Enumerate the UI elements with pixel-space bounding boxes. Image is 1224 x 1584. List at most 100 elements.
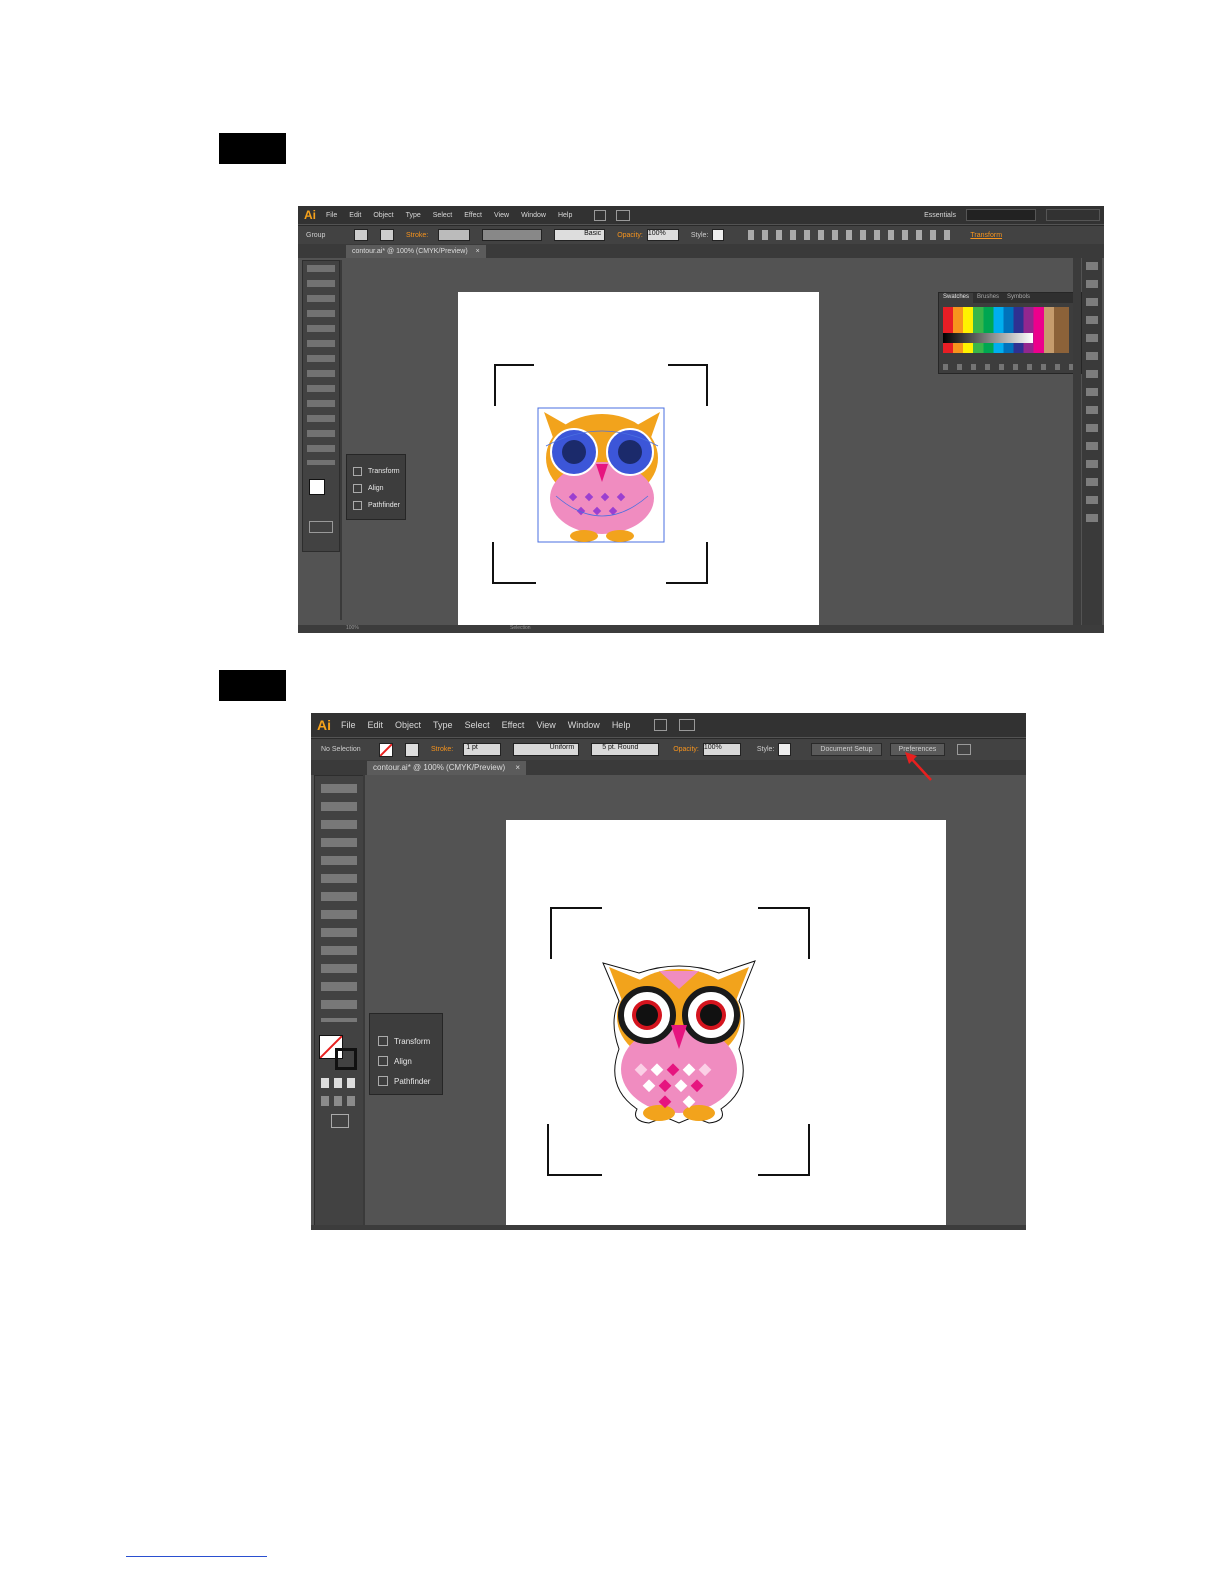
tab-swatches[interactable]: Swatches: [939, 293, 974, 303]
stroke-swatch[interactable]: [405, 742, 419, 757]
pathfinder-icon: [353, 501, 362, 510]
owl-foot-left: [643, 1105, 675, 1121]
panel-pathfinder[interactable]: Pathfinder: [378, 1076, 430, 1086]
fill-stroke-icon[interactable]: [309, 479, 325, 495]
menu-help[interactable]: Help: [612, 720, 631, 730]
transform-icon: [378, 1036, 388, 1046]
menu-file[interactable]: File: [326, 212, 337, 219]
panel-transform[interactable]: Transform: [353, 467, 400, 476]
tab-brushes[interactable]: Brushes: [973, 293, 1003, 303]
tool-grid[interactable]: [321, 784, 357, 1022]
menu-type[interactable]: Type: [433, 720, 453, 730]
bridge-icon[interactable]: [594, 209, 607, 221]
document-tab[interactable]: contour.ai* @ 100% (CMYK/Preview) ×: [346, 245, 486, 258]
selection-label: No Selection: [321, 746, 361, 753]
panel-transform[interactable]: Transform: [378, 1036, 430, 1046]
align-icon: [353, 484, 362, 493]
stroke-weight-field[interactable]: [438, 229, 471, 241]
owl-artwork[interactable]: [599, 957, 759, 1127]
dock-icons[interactable]: [1086, 262, 1098, 532]
style-swatch[interactable]: [778, 743, 792, 756]
transform-link[interactable]: Transform: [970, 232, 1002, 239]
tools-panel: [302, 260, 340, 552]
menu-effect[interactable]: Effect: [502, 720, 525, 730]
style-swatch[interactable]: [712, 229, 725, 241]
collapsed-panel-group: Transform Align Pathfinder: [369, 1013, 443, 1095]
panel-menu-icon[interactable]: [957, 744, 972, 755]
brush-definition-field[interactable]: 5 pt. Round: [591, 743, 660, 756]
document-tab-title: contour.ai* @ 100% (CMYK/Preview): [373, 763, 506, 772]
workspace-switcher[interactable]: Essentials: [924, 212, 956, 219]
draw-mode-icon[interactable]: [309, 521, 333, 533]
zoom-field[interactable]: 100%: [346, 625, 359, 631]
menu-bar: Ai File Edit Object Type Select Effect V…: [298, 206, 1104, 224]
document-tab-title: contour.ai* @ 100% (CMYK/Preview): [352, 248, 468, 255]
variable-width-field[interactable]: [482, 229, 543, 241]
stroke-label[interactable]: Stroke:: [431, 746, 453, 753]
window-controls[interactable]: [1046, 209, 1100, 221]
menu-help[interactable]: Help: [558, 212, 572, 219]
menu-object[interactable]: Object: [373, 212, 393, 219]
menu-view[interactable]: View: [494, 212, 509, 219]
document-setup-button[interactable]: Document Setup: [811, 743, 882, 756]
close-icon[interactable]: ×: [476, 248, 480, 255]
opacity-label[interactable]: Opacity:: [617, 232, 643, 239]
menu-bar: Ai File Edit Object Type Select Effect V…: [311, 713, 1026, 737]
screenshot-2: Ai File Edit Object Type Select Effect V…: [311, 713, 1026, 1230]
menu-view[interactable]: View: [536, 720, 555, 730]
draw-mode-icons[interactable]: [321, 1096, 357, 1106]
menu-select[interactable]: Select: [433, 212, 452, 219]
tool-grid[interactable]: [307, 265, 335, 465]
arrange-documents-icon[interactable]: [616, 209, 631, 221]
panel-pathfinder-label: Pathfinder: [368, 502, 400, 509]
arrange-documents-icon[interactable]: [679, 719, 696, 731]
crop-mark-bottom-left: [547, 1124, 602, 1176]
bridge-icon[interactable]: [654, 719, 668, 731]
menu-select[interactable]: Select: [465, 720, 490, 730]
opacity-field[interactable]: 100%: [702, 743, 741, 756]
stroke-weight-field[interactable]: 1 pt: [463, 743, 502, 756]
panel-pathfinder[interactable]: Pathfinder: [353, 501, 400, 510]
panel-dock-left: [363, 775, 365, 1230]
fill-swatch-none[interactable]: [379, 742, 393, 757]
menu-type[interactable]: Type: [406, 212, 421, 219]
brush-definition[interactable]: Basic: [554, 229, 606, 241]
swatches-panel: Swatches Brushes Symbols: [938, 292, 1082, 374]
owl-foot-right: [683, 1105, 715, 1121]
swatch-grid[interactable]: [943, 307, 1069, 353]
menu-edit[interactable]: Edit: [349, 212, 361, 219]
style-label: Style:: [756, 746, 775, 753]
screen-mode-icon[interactable]: [331, 1114, 349, 1128]
fill-swatch[interactable]: [354, 229, 368, 241]
search-field[interactable]: [966, 209, 1036, 221]
panel-dock-left: [340, 260, 342, 620]
opacity-field[interactable]: 100%: [646, 229, 679, 241]
tab-symbols[interactable]: Symbols: [1003, 293, 1034, 303]
red-arrow-annotation: [905, 752, 932, 781]
menu-file[interactable]: File: [341, 720, 356, 730]
color-mode-icons[interactable]: [321, 1078, 357, 1088]
vertical-scrollbar[interactable]: [1073, 258, 1081, 626]
menu-window[interactable]: Window: [521, 212, 546, 219]
menu-object[interactable]: Object: [395, 720, 421, 730]
panel-align[interactable]: Align: [353, 484, 384, 493]
stroke-profile-field[interactable]: Uniform: [513, 743, 580, 756]
swatches-footer-icons[interactable]: [943, 364, 1075, 370]
opacity-label[interactable]: Opacity:: [673, 746, 699, 753]
owl-foot-right: [606, 530, 634, 542]
swatch-grid-gray[interactable]: [943, 333, 1033, 343]
owl-artwork[interactable]: [536, 406, 668, 546]
panel-align-label: Align: [394, 1056, 412, 1066]
document-tab[interactable]: contour.ai* @ 100% (CMYK/Preview) ×: [367, 761, 527, 775]
menu-effect[interactable]: Effect: [464, 212, 482, 219]
tools-panel: [314, 775, 364, 1230]
align-icons[interactable]: [748, 230, 959, 240]
stroke-swatch[interactable]: [380, 229, 394, 241]
menu-edit[interactable]: Edit: [368, 720, 384, 730]
close-icon[interactable]: ×: [515, 763, 520, 772]
step-label-2: [219, 670, 286, 701]
panel-align[interactable]: Align: [378, 1056, 412, 1066]
stroke-label[interactable]: Stroke:: [406, 232, 428, 239]
menu-window[interactable]: Window: [568, 720, 600, 730]
stroke-swatch-icon[interactable]: [335, 1048, 357, 1070]
